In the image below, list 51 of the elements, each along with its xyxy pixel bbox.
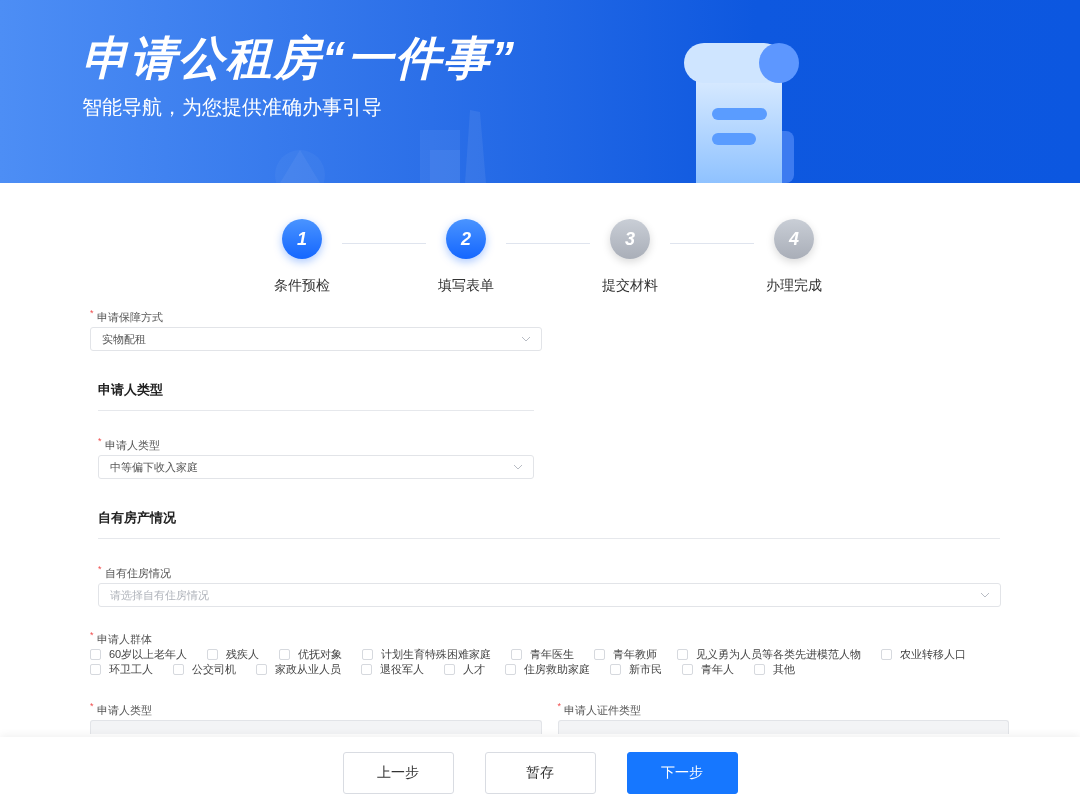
field-label: 自有住房情况	[104, 566, 171, 579]
next-button[interactable]: 下一步	[626, 752, 738, 794]
checkbox-option[interactable]: 见义勇为人员等各类先进模范人物	[677, 647, 862, 661]
checkbox-option[interactable]: 环卫工人	[90, 662, 153, 676]
field-label: 申请人类型	[104, 438, 160, 451]
banner-title: 申请公租房“一件事”	[82, 31, 517, 86]
checkbox-option[interactable]: 优抚对象	[279, 647, 343, 661]
step-number: 3	[610, 219, 650, 259]
step-number: 1	[282, 219, 322, 259]
field-label: 申请保障方式	[96, 310, 163, 323]
checkbox-option[interactable]: 青年人	[682, 662, 734, 676]
select-field[interactable]: 中等偏下收入家庭	[98, 455, 534, 479]
step-label: 填写表单	[438, 277, 494, 295]
checkbox-option[interactable]: 农业转移人口	[881, 647, 967, 661]
checkbox-option[interactable]: 家政从业人员	[256, 662, 341, 676]
section-title: 申请人类型	[98, 382, 164, 398]
checkbox-option[interactable]: 人才	[444, 662, 485, 676]
required-mark: *	[557, 701, 561, 711]
action-button[interactable]: 暂存	[484, 752, 596, 794]
section-title: 自有房产情况	[98, 510, 177, 526]
step-number: 4	[774, 219, 814, 259]
required-mark: *	[90, 701, 94, 711]
required-mark: *	[98, 564, 102, 574]
checkbox-option[interactable]: 60岁以上老年人	[90, 647, 188, 661]
chevron-down-icon	[521, 336, 531, 342]
required-mark: *	[90, 630, 94, 640]
select-field[interactable]	[90, 720, 542, 734]
chevron-down-icon	[513, 464, 523, 470]
step-number: 2	[446, 219, 486, 259]
required-mark: *	[98, 436, 102, 446]
checkbox-option[interactable]: 其他	[754, 662, 795, 676]
chevron-down-icon	[980, 592, 990, 598]
select-field[interactable]	[557, 720, 1009, 734]
step-label: 办理完成	[766, 277, 822, 295]
checkbox-option[interactable]: 新市民	[610, 662, 662, 676]
checkbox-option[interactable]: 青年教师	[594, 647, 658, 661]
required-mark: *	[90, 308, 94, 318]
checkbox-option[interactable]: 计划生育特殊困难家庭	[362, 647, 492, 661]
field-label: 申请人群体	[96, 632, 152, 645]
checkbox-option[interactable]: 退役军人	[361, 662, 424, 676]
banner-subtitle: 智能导航，为您提供准确办事引导	[82, 95, 383, 120]
select-field[interactable]: 实物配租	[90, 327, 542, 351]
checkbox-option[interactable]: 残疾人	[207, 647, 260, 661]
field-label: 申请人证件类型	[564, 703, 641, 716]
action-button[interactable]: 上一步	[342, 752, 454, 794]
checkbox-option[interactable]: 住房救助家庭	[505, 662, 590, 676]
step-label: 提交材料	[602, 277, 658, 295]
checkbox-option[interactable]: 青年医生	[511, 647, 575, 661]
field-label: 申请人类型	[96, 703, 152, 716]
checkbox-option[interactable]: 公交司机	[173, 662, 236, 676]
step-label: 条件预检	[274, 277, 330, 295]
